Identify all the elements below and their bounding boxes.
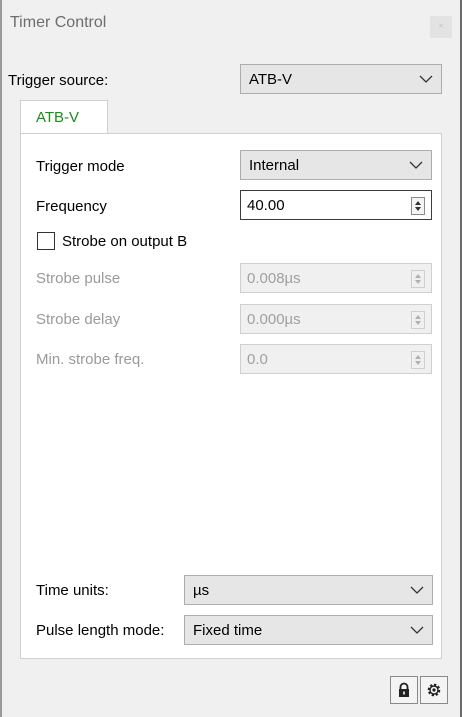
window-title: Timer Control bbox=[10, 14, 107, 31]
chevron-down-icon bbox=[410, 586, 424, 594]
time-units-value: µs bbox=[193, 582, 210, 599]
tab-atb-v[interactable]: ATB-V bbox=[20, 100, 108, 134]
stepper-down-icon bbox=[415, 280, 421, 284]
strobe-pulse-spinbox[interactable]: 0.008µs bbox=[240, 263, 432, 293]
min-strobe-freq-stepper[interactable] bbox=[411, 351, 425, 369]
pulse-length-mode-value: Fixed time bbox=[193, 622, 263, 639]
trigger-source-label: Trigger source: bbox=[8, 72, 109, 89]
strobe-on-output-b-label: Strobe on output B bbox=[62, 233, 188, 250]
min-strobe-freq-spinbox[interactable]: 0.0 bbox=[240, 344, 432, 374]
trigger-mode-combo[interactable]: Internal bbox=[240, 150, 432, 180]
strobe-pulse-label: Strobe pulse bbox=[36, 270, 121, 287]
time-units-combo[interactable]: µs bbox=[184, 575, 433, 605]
close-icon: × bbox=[438, 21, 444, 32]
lock-icon bbox=[399, 682, 409, 697]
min-strobe-freq-label: Min. strobe freq. bbox=[36, 351, 145, 368]
pulse-length-mode-label: Pulse length mode: bbox=[36, 622, 165, 639]
trigger-source-value: ATB-V bbox=[249, 71, 293, 88]
strobe-delay-value: 0.000µs bbox=[247, 311, 301, 328]
trigger-source-combo[interactable]: ATB-V bbox=[240, 64, 442, 94]
stepper-down-icon bbox=[415, 321, 421, 325]
frequency-spinbox[interactable]: 40.00 bbox=[240, 190, 432, 220]
trigger-mode-label: Trigger mode bbox=[36, 158, 125, 175]
pulse-length-mode-combo[interactable]: Fixed time bbox=[184, 615, 433, 645]
close-button[interactable]: × bbox=[430, 16, 452, 38]
settings-button[interactable] bbox=[420, 676, 448, 704]
strobe-pulse-stepper[interactable] bbox=[411, 270, 425, 288]
chevron-down-icon bbox=[409, 161, 423, 169]
frequency-label: Frequency bbox=[36, 198, 107, 215]
stepper-up-icon bbox=[415, 201, 421, 205]
stepper-down-icon bbox=[415, 207, 421, 211]
strobe-delay-spinbox[interactable]: 0.000µs bbox=[240, 304, 432, 334]
lock-button[interactable] bbox=[390, 676, 418, 704]
min-strobe-freq-value: 0.0 bbox=[247, 351, 268, 368]
trigger-mode-value: Internal bbox=[249, 157, 300, 174]
chevron-down-icon bbox=[410, 626, 424, 634]
gear-icon bbox=[427, 683, 441, 697]
strobe-on-output-b-checkbox[interactable] bbox=[37, 232, 55, 250]
strobe-pulse-value: 0.008µs bbox=[247, 270, 301, 287]
stepper-up-icon bbox=[415, 355, 421, 359]
chevron-down-icon bbox=[419, 75, 433, 83]
stepper-up-icon bbox=[415, 274, 421, 278]
strobe-delay-label: Strobe delay bbox=[36, 311, 121, 328]
frequency-stepper[interactable] bbox=[411, 197, 425, 215]
timer-control-window: Timer Control × Trigger source: ATB-V AT… bbox=[0, 0, 462, 717]
tab-label: ATB-V bbox=[36, 109, 80, 126]
frequency-value: 40.00 bbox=[247, 197, 285, 214]
window-left-border bbox=[0, 0, 2, 717]
strobe-delay-stepper[interactable] bbox=[411, 311, 425, 329]
title-bar: Timer Control × bbox=[2, 0, 460, 48]
stepper-up-icon bbox=[415, 315, 421, 319]
time-units-label: Time units: bbox=[36, 582, 109, 599]
stepper-down-icon bbox=[415, 361, 421, 365]
